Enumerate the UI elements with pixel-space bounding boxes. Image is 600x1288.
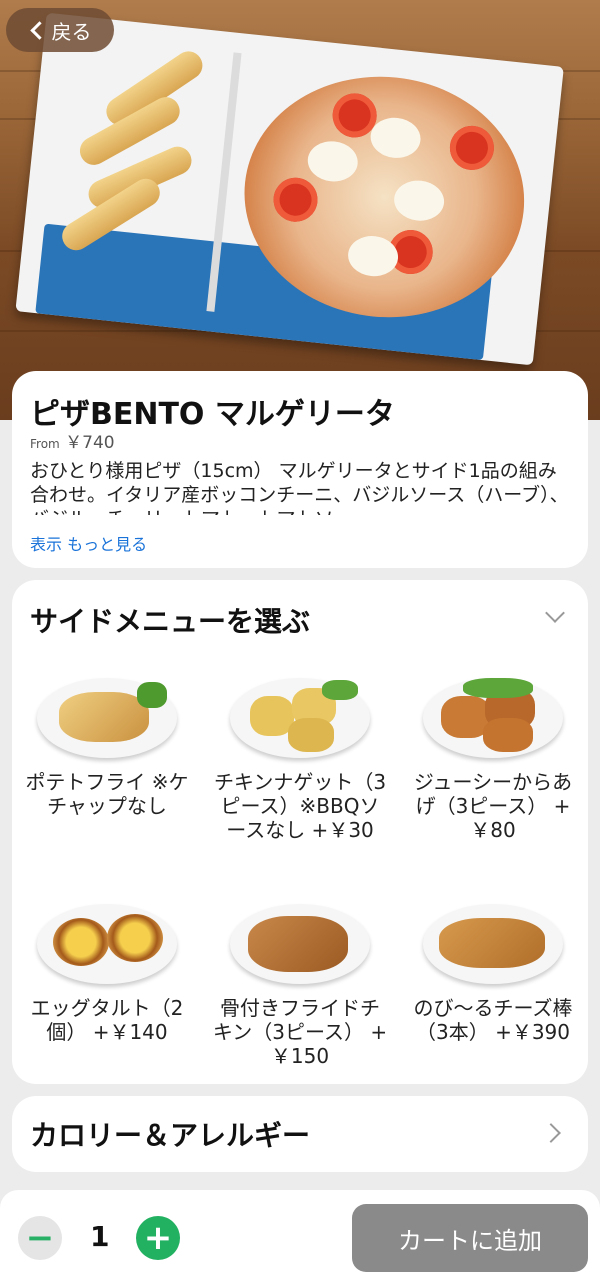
back-button[interactable]: 戻る xyxy=(6,8,114,52)
side-option-label: チキンナゲット（3ピース）※BBQソースなし +￥30 xyxy=(213,770,387,842)
product-title: ピザBENTO マルゲリータ xyxy=(30,397,395,432)
side-option-cheese-sticks[interactable]: のび〜るチーズ棒（3本） +￥390 xyxy=(398,904,588,1044)
side-option-label: 骨付きフライドチキン（3ピース） +￥150 xyxy=(212,996,388,1068)
side-option-label: ポテトフライ ※ケチャップなし xyxy=(25,770,189,818)
fried-chicken-icon xyxy=(230,904,370,984)
chevron-right-icon xyxy=(541,1123,561,1143)
add-to-cart-button[interactable]: カートに追加 xyxy=(352,1204,588,1272)
side-option-nuggets[interactable]: チキンナゲット（3ピース）※BBQソースなし +￥30 xyxy=(205,678,395,842)
product-hero-image xyxy=(0,0,600,420)
chevron-down-icon[interactable] xyxy=(545,603,565,623)
allergy-title: カロリー＆アレルギー xyxy=(30,1119,311,1152)
side-option-label: エッグタルト（2個） +￥140 xyxy=(30,996,184,1044)
potato-wedges-icon xyxy=(37,678,177,758)
pizza-bento-box xyxy=(12,12,584,398)
side-option-label: ジューシーからあげ（3ピース） +￥80 xyxy=(413,770,573,842)
price-prefix: From xyxy=(30,437,60,451)
side-menu-card: サイドメニューを選ぶ ポテトフライ ※ケチャップなし チキンナゲット（3ピース）… xyxy=(12,580,588,1084)
side-option-potato[interactable]: ポテトフライ ※ケチャップなし xyxy=(12,678,202,818)
side-menu-title: サイドメニューを選ぶ xyxy=(30,605,311,638)
quantity-value: 1 xyxy=(90,1220,110,1253)
karaage-icon xyxy=(423,678,563,758)
chicken-nuggets-icon xyxy=(230,678,370,758)
side-option-label: のび〜るチーズ棒（3本） +￥390 xyxy=(413,996,573,1044)
price-value: ￥740 xyxy=(65,433,115,453)
product-description: おひとり様用ピザ（15cm） マルゲリータとサイド1品の組み合わせ。イタリア産ボ… xyxy=(30,460,569,515)
side-option-karaage[interactable]: ジューシーからあげ（3ピース） +￥80 xyxy=(398,678,588,842)
cheese-sticks-icon xyxy=(423,904,563,984)
product-price: From ￥740 xyxy=(30,428,115,453)
calorie-allergy-row[interactable]: カロリー＆アレルギー xyxy=(12,1096,588,1172)
product-info-card: ピザBENTO マルゲリータ From ￥740 おひとり様用ピザ（15cm） … xyxy=(12,371,588,568)
decrease-quantity-button[interactable]: − xyxy=(18,1216,62,1260)
increase-quantity-button[interactable]: + xyxy=(136,1216,180,1260)
cart-bar: − 1 + カートに追加 xyxy=(0,1190,600,1288)
show-more-link[interactable]: 表示 もっと見る xyxy=(30,531,147,555)
chevron-left-icon xyxy=(29,20,49,40)
side-option-egg-tart[interactable]: エッグタルト（2個） +￥140 xyxy=(12,904,202,1044)
side-option-fried-chicken[interactable]: 骨付きフライドチキン（3ピース） +￥150 xyxy=(205,904,395,1068)
back-label: 戻る xyxy=(51,19,92,44)
egg-tart-icon xyxy=(37,904,177,984)
